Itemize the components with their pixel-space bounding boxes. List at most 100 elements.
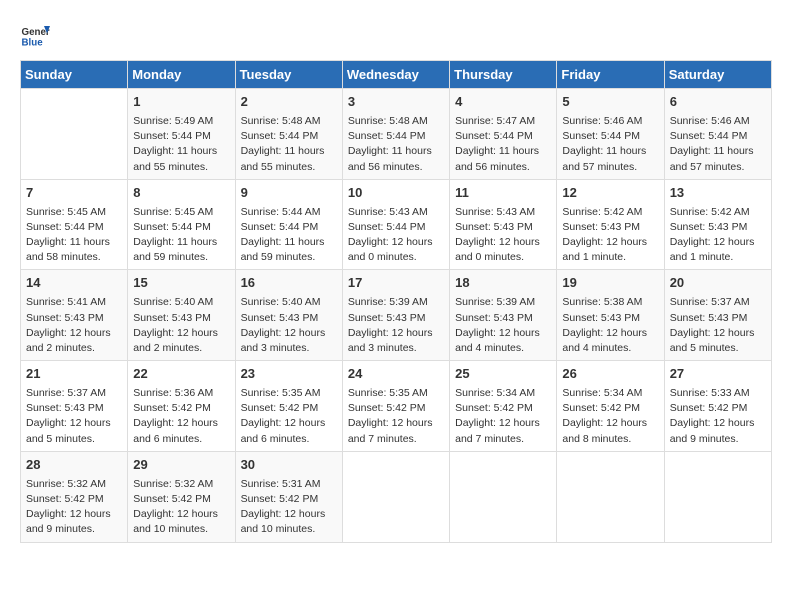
calendar-cell: 29Sunrise: 5:32 AMSunset: 5:42 PMDayligh… (128, 451, 235, 542)
day-info-line: Sunrise: 5:47 AM (455, 114, 551, 129)
calendar-cell: 20Sunrise: 5:37 AMSunset: 5:43 PMDayligh… (664, 270, 771, 361)
day-info-line: and 6 minutes. (133, 432, 229, 447)
day-number: 24 (348, 365, 444, 384)
calendar-cell: 17Sunrise: 5:39 AMSunset: 5:43 PMDayligh… (342, 270, 449, 361)
calendar-cell: 11Sunrise: 5:43 AMSunset: 5:43 PMDayligh… (450, 179, 557, 270)
day-info-line: Daylight: 11 hours (241, 235, 337, 250)
calendar-cell: 27Sunrise: 5:33 AMSunset: 5:42 PMDayligh… (664, 361, 771, 452)
day-info-line: Sunrise: 5:39 AM (348, 295, 444, 310)
day-info-line: and 7 minutes. (455, 432, 551, 447)
day-info-line: Daylight: 11 hours (26, 235, 122, 250)
day-info-line: and 1 minute. (562, 250, 658, 265)
day-info-line: and 4 minutes. (455, 341, 551, 356)
day-info-line: and 59 minutes. (133, 250, 229, 265)
day-info-line: Sunrise: 5:32 AM (26, 477, 122, 492)
day-info-line: Daylight: 12 hours (241, 416, 337, 431)
day-info-line: Daylight: 11 hours (241, 144, 337, 159)
day-info-line: and 7 minutes. (348, 432, 444, 447)
day-number: 2 (241, 93, 337, 112)
day-number: 21 (26, 365, 122, 384)
calendar-cell: 18Sunrise: 5:39 AMSunset: 5:43 PMDayligh… (450, 270, 557, 361)
logo-icon: General Blue (20, 20, 50, 50)
calendar-cell: 5Sunrise: 5:46 AMSunset: 5:44 PMDaylight… (557, 89, 664, 180)
day-info-line: Sunset: 5:42 PM (133, 401, 229, 416)
calendar-cell: 16Sunrise: 5:40 AMSunset: 5:43 PMDayligh… (235, 270, 342, 361)
calendar-cell: 23Sunrise: 5:35 AMSunset: 5:42 PMDayligh… (235, 361, 342, 452)
day-info-line: and 4 minutes. (562, 341, 658, 356)
day-number: 11 (455, 184, 551, 203)
day-info-line: and 2 minutes. (26, 341, 122, 356)
day-info-line: Sunrise: 5:46 AM (562, 114, 658, 129)
day-info-line: and 1 minute. (670, 250, 766, 265)
day-info-line: and 59 minutes. (241, 250, 337, 265)
calendar-cell: 22Sunrise: 5:36 AMSunset: 5:42 PMDayligh… (128, 361, 235, 452)
day-info-line: and 5 minutes. (26, 432, 122, 447)
day-info-line: Sunset: 5:43 PM (562, 220, 658, 235)
calendar-cell: 26Sunrise: 5:34 AMSunset: 5:42 PMDayligh… (557, 361, 664, 452)
day-number: 3 (348, 93, 444, 112)
day-info-line: Sunset: 5:43 PM (455, 220, 551, 235)
svg-text:Blue: Blue (22, 38, 44, 49)
calendar-cell: 6Sunrise: 5:46 AMSunset: 5:44 PMDaylight… (664, 89, 771, 180)
day-number: 17 (348, 274, 444, 293)
day-number: 5 (562, 93, 658, 112)
day-header-friday: Friday (557, 61, 664, 89)
day-info-line: Sunset: 5:42 PM (562, 401, 658, 416)
day-info-line: Sunrise: 5:42 AM (670, 205, 766, 220)
day-info-line: and 2 minutes. (133, 341, 229, 356)
day-info-line: and 0 minutes. (455, 250, 551, 265)
day-info-line: Sunset: 5:43 PM (670, 311, 766, 326)
calendar-cell: 10Sunrise: 5:43 AMSunset: 5:44 PMDayligh… (342, 179, 449, 270)
calendar-cell: 3Sunrise: 5:48 AMSunset: 5:44 PMDaylight… (342, 89, 449, 180)
day-info-line: and 56 minutes. (455, 160, 551, 175)
day-info-line: Daylight: 12 hours (562, 235, 658, 250)
day-info-line: Sunset: 5:43 PM (26, 311, 122, 326)
day-info-line: Daylight: 12 hours (562, 416, 658, 431)
day-info-line: Daylight: 12 hours (133, 326, 229, 341)
day-info-line: Sunset: 5:42 PM (26, 492, 122, 507)
calendar-cell: 14Sunrise: 5:41 AMSunset: 5:43 PMDayligh… (21, 270, 128, 361)
day-info-line: Sunset: 5:43 PM (670, 220, 766, 235)
day-info-line: Sunrise: 5:36 AM (133, 386, 229, 401)
day-info-line: and 8 minutes. (562, 432, 658, 447)
week-row-2: 7Sunrise: 5:45 AMSunset: 5:44 PMDaylight… (21, 179, 772, 270)
day-info-line: Daylight: 12 hours (26, 416, 122, 431)
day-number: 15 (133, 274, 229, 293)
calendar-cell: 7Sunrise: 5:45 AMSunset: 5:44 PMDaylight… (21, 179, 128, 270)
calendar-cell (450, 451, 557, 542)
day-info-line: Sunrise: 5:46 AM (670, 114, 766, 129)
calendar-table: SundayMondayTuesdayWednesdayThursdayFrid… (20, 60, 772, 543)
day-info-line: and 3 minutes. (241, 341, 337, 356)
day-info-line: Daylight: 12 hours (670, 235, 766, 250)
day-info-line: Sunrise: 5:43 AM (348, 205, 444, 220)
day-info-line: Sunrise: 5:40 AM (241, 295, 337, 310)
calendar-cell: 9Sunrise: 5:44 AMSunset: 5:44 PMDaylight… (235, 179, 342, 270)
day-info-line: and 9 minutes. (670, 432, 766, 447)
day-info-line: Sunset: 5:44 PM (348, 129, 444, 144)
day-info-line: Sunrise: 5:39 AM (455, 295, 551, 310)
day-info-line: Sunrise: 5:48 AM (241, 114, 337, 129)
week-row-5: 28Sunrise: 5:32 AMSunset: 5:42 PMDayligh… (21, 451, 772, 542)
day-info-line: Sunrise: 5:40 AM (133, 295, 229, 310)
day-info-line: Sunset: 5:42 PM (241, 492, 337, 507)
day-info-line: Sunrise: 5:45 AM (26, 205, 122, 220)
day-info-line: Sunrise: 5:37 AM (670, 295, 766, 310)
day-info-line: Daylight: 11 hours (455, 144, 551, 159)
day-info-line: Sunrise: 5:35 AM (348, 386, 444, 401)
day-info-line: Sunset: 5:43 PM (348, 311, 444, 326)
day-info-line: Daylight: 12 hours (26, 326, 122, 341)
day-number: 20 (670, 274, 766, 293)
day-info-line: Sunset: 5:43 PM (133, 311, 229, 326)
week-row-3: 14Sunrise: 5:41 AMSunset: 5:43 PMDayligh… (21, 270, 772, 361)
day-info-line: Sunrise: 5:45 AM (133, 205, 229, 220)
day-info-line: and 55 minutes. (241, 160, 337, 175)
day-number: 9 (241, 184, 337, 203)
day-info-line: and 9 minutes. (26, 522, 122, 537)
day-number: 29 (133, 456, 229, 475)
calendar-cell: 13Sunrise: 5:42 AMSunset: 5:43 PMDayligh… (664, 179, 771, 270)
week-row-1: 1Sunrise: 5:49 AMSunset: 5:44 PMDaylight… (21, 89, 772, 180)
day-info-line: Sunset: 5:44 PM (133, 220, 229, 235)
day-info-line: Sunset: 5:42 PM (241, 401, 337, 416)
day-info-line: Daylight: 12 hours (348, 416, 444, 431)
day-number: 30 (241, 456, 337, 475)
